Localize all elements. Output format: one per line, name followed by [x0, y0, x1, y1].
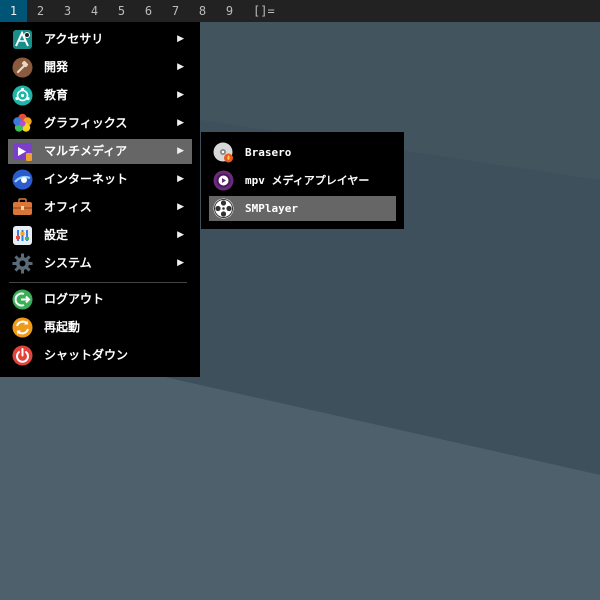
submenu-item-mpv[interactable]: mpv メディアプレイヤー [209, 168, 396, 193]
workspace-tag-6[interactable]: 6 [135, 0, 162, 22]
application-menu: アクセサリ ▶ 開発 ▶ 教育 ▶ グラフィックス ▶ マルチメディア ▶ イン… [0, 22, 200, 377]
film-reel-icon [213, 198, 234, 219]
gear-icon [12, 253, 33, 274]
menu-item-label: システム [44, 256, 92, 270]
top-bar: 1 2 3 4 5 6 7 8 9 []= [0, 0, 600, 22]
submenu-item-brasero[interactable]: Brasero [209, 140, 396, 165]
menu-item-label: 設定 [44, 228, 69, 242]
submenu-arrow-icon: ▶ [177, 62, 184, 72]
workspace-tag-1[interactable]: 1 [0, 0, 27, 22]
menu-item-label: インターネット [44, 172, 129, 186]
menu-item-reboot[interactable]: 再起動 [8, 315, 192, 340]
submenu-arrow-icon: ▶ [177, 34, 184, 44]
mpv-icon [213, 170, 234, 191]
menu-item-development[interactable]: 開発 ▶ [8, 55, 192, 80]
menu-item-education[interactable]: 教育 ▶ [8, 83, 192, 108]
reboot-icon [12, 317, 33, 338]
menu-separator [9, 282, 187, 283]
menu-item-label: 再起動 [44, 320, 81, 334]
menu-item-label: オフィス [44, 200, 92, 214]
menu-item-logout[interactable]: ログアウト [8, 287, 192, 312]
internet-icon [12, 169, 33, 190]
menu-item-label: 教育 [44, 88, 69, 102]
power-icon [12, 345, 33, 366]
submenu-arrow-icon: ▶ [177, 90, 184, 100]
submenu-arrow-icon: ▶ [177, 174, 184, 184]
brasero-icon [213, 142, 234, 163]
submenu-arrow-icon: ▶ [177, 146, 184, 156]
multimedia-submenu: Brasero mpv メディアプレイヤー SMPlayer [201, 132, 404, 229]
workspace-tag-8[interactable]: 8 [189, 0, 216, 22]
menu-item-accessories[interactable]: アクセサリ ▶ [8, 27, 192, 52]
layout-indicator[interactable]: []= [253, 0, 275, 22]
menu-item-label: アクセサリ [44, 32, 104, 46]
desktop: 1 2 3 4 5 6 7 8 9 []= アクセサリ ▶ 開発 ▶ 教育 ▶ … [0, 0, 600, 600]
submenu-item-label: mpv メディアプレイヤー [245, 174, 370, 187]
submenu-item-label: Brasero [245, 146, 292, 159]
menu-item-internet[interactable]: インターネット ▶ [8, 167, 192, 192]
menu-item-label: グラフィックス [44, 116, 128, 130]
multimedia-icon [12, 141, 33, 162]
accessories-icon [12, 29, 33, 50]
menu-item-shutdown[interactable]: シャットダウン [8, 343, 192, 368]
menu-item-office[interactable]: オフィス ▶ [8, 195, 192, 220]
workspace-tag-4[interactable]: 4 [81, 0, 108, 22]
menu-item-label: マルチメディア [44, 144, 128, 158]
submenu-item-label: SMPlayer [245, 202, 298, 215]
menu-item-settings[interactable]: 設定 ▶ [8, 223, 192, 248]
submenu-arrow-icon: ▶ [177, 258, 184, 268]
workspace-tag-5[interactable]: 5 [108, 0, 135, 22]
workspace-tag-9[interactable]: 9 [216, 0, 243, 22]
submenu-arrow-icon: ▶ [177, 230, 184, 240]
workspace-tag-7[interactable]: 7 [162, 0, 189, 22]
menu-item-multimedia[interactable]: マルチメディア ▶ [8, 139, 192, 164]
logout-icon [12, 289, 33, 310]
settings-icon [12, 225, 33, 246]
submenu-arrow-icon: ▶ [177, 202, 184, 212]
menu-item-label: ログアウト [44, 292, 105, 306]
menu-item-label: シャットダウン [44, 348, 129, 362]
menu-item-graphics[interactable]: グラフィックス ▶ [8, 111, 192, 136]
submenu-arrow-icon: ▶ [177, 118, 184, 128]
menu-item-system[interactable]: システム ▶ [8, 251, 192, 276]
education-icon [12, 85, 33, 106]
menu-item-label: 開発 [44, 60, 69, 74]
workspace-tag-2[interactable]: 2 [27, 0, 54, 22]
development-icon [12, 57, 33, 78]
workspace-tag-3[interactable]: 3 [54, 0, 81, 22]
graphics-icon [12, 113, 33, 134]
submenu-item-smplayer[interactable]: SMPlayer [209, 196, 396, 221]
office-icon [12, 197, 33, 218]
